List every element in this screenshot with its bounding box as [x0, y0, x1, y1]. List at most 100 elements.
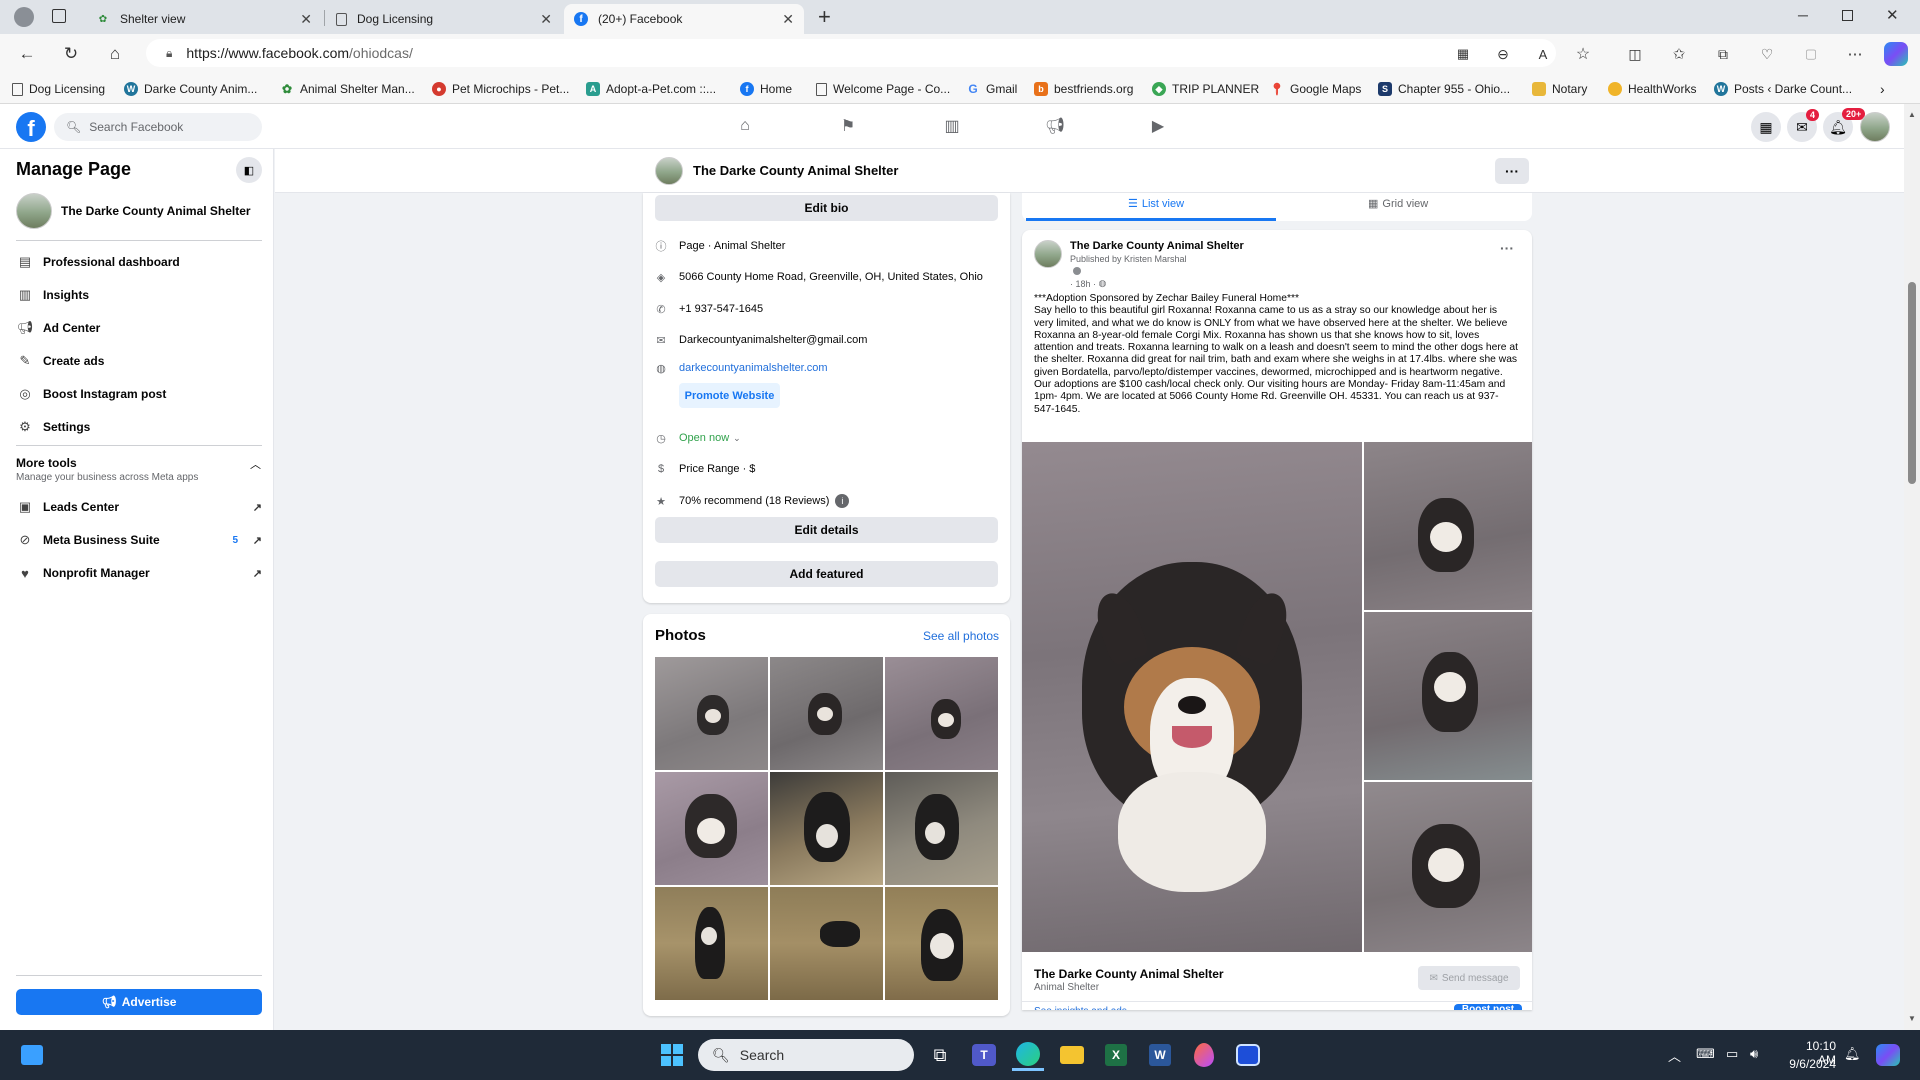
url-field[interactable]: 🔒︎ https://www.facebook.com/ohiodcas/ — [146, 39, 1556, 67]
facebook-search-input[interactable]: 🔍︎ Search Facebook — [54, 113, 262, 141]
sidebar-page-switcher[interactable]: The Darke County Animal Shelter — [16, 193, 251, 229]
file-explorer-icon[interactable] — [1056, 1039, 1088, 1071]
fav-trip-planner[interactable]: ◆ TRIP PLANNER — [1152, 80, 1259, 98]
fav-chapter-955[interactable]: S Chapter 955 - Ohio... — [1378, 80, 1510, 98]
fav-posts-darke[interactable]: W Posts ‹ Darke Count... — [1714, 80, 1852, 98]
sidebar-item-settings[interactable]: ⚙ Settings — [16, 415, 262, 439]
fav-darke-county[interactable]: W Darke County Anim... — [124, 80, 257, 98]
see-insights-link[interactable]: See insights and ads — [1034, 1006, 1127, 1010]
copilot-icon[interactable] — [1872, 1039, 1904, 1071]
windows-start-icon[interactable] — [656, 1039, 688, 1071]
boost-post-button[interactable]: Boost post — [1454, 1004, 1522, 1010]
hours-row[interactable]: ◷ Open now ⌄ — [653, 429, 741, 447]
tab-actions-icon[interactable] — [52, 9, 66, 23]
read-aloud-icon[interactable]: A — [1530, 41, 1556, 67]
scroll-down-icon[interactable]: ▼ — [1908, 1014, 1916, 1023]
post-image-side-1[interactable] — [1364, 442, 1532, 610]
favorites-overflow-icon[interactable]: › — [1880, 80, 1885, 98]
more-options-button[interactable]: ··· — [1495, 158, 1529, 184]
insights-nav-icon[interactable]: ▥ — [940, 114, 964, 138]
fav-healthworks[interactable]: HealthWorks — [1608, 80, 1696, 98]
close-tab-icon[interactable]: ✕ — [782, 11, 794, 28]
flag-nav-icon[interactable]: ⚑ — [836, 114, 860, 138]
promote-website-button[interactable]: Promote Website — [679, 383, 780, 408]
extensions-icon[interactable]: ▢ — [1798, 41, 1824, 67]
task-view-icon[interactable]: ⧉ — [924, 1039, 956, 1071]
home-nav-icon[interactable]: ⌂ — [733, 114, 757, 138]
photo-thumb[interactable] — [770, 657, 883, 770]
sidebar-item-nonprofit-manager[interactable]: ♥ Nonprofit Manager ↗ — [16, 561, 262, 585]
photo-thumb[interactable] — [885, 657, 998, 770]
back-icon[interactable]: ← — [14, 41, 40, 67]
sidebar-item-insights[interactable]: ▥ Insights — [16, 283, 262, 307]
close-tab-icon[interactable]: ✕ — [540, 11, 552, 28]
edge-icon[interactable] — [1012, 1039, 1044, 1071]
post-options-icon[interactable]: ··· — [1500, 240, 1514, 256]
more-tools-heading[interactable]: More tools — [16, 456, 77, 470]
tab-list-view[interactable]: ☰ List view — [1128, 197, 1184, 211]
keyboard-icon[interactable]: ⌨ — [1696, 1046, 1715, 1062]
fav-adopt-a-pet[interactable]: A Adopt-a-Pet.com ::... — [586, 80, 716, 98]
sidebar-item-professional-dashboard[interactable]: ▤ Professional dashboard — [16, 250, 262, 274]
sidebar-item-boost-instagram[interactable]: ◎ Boost Instagram post — [16, 382, 262, 406]
network-icon[interactable]: ▭ — [1726, 1046, 1738, 1062]
fav-welcome-page[interactable]: Welcome Page - Co... — [816, 80, 950, 98]
info-icon[interactable]: i — [835, 494, 850, 508]
fav-home[interactable]: f Home — [740, 80, 792, 98]
photo-thumb[interactable] — [655, 887, 768, 1000]
notification-bell-icon[interactable]: 🔔︎ — [1844, 1046, 1861, 1062]
excel-icon[interactable]: X — [1100, 1039, 1132, 1071]
fav-dog-licensing[interactable]: Dog Licensing — [12, 80, 105, 98]
refresh-icon[interactable]: ↻ — [58, 41, 84, 67]
edit-bio-button[interactable]: Edit bio — [655, 195, 998, 221]
volume-icon[interactable]: 🔊︎ — [1750, 1046, 1758, 1062]
chevron-up-icon[interactable]: ︿ — [250, 456, 261, 472]
widgets-icon[interactable] — [16, 1039, 48, 1071]
menu-grid-icon[interactable]: ▦ — [1751, 112, 1781, 142]
new-tab-icon[interactable]: + — [818, 4, 831, 30]
close-window-icon[interactable]: ✕ — [1886, 6, 1899, 24]
tray-overflow-icon[interactable]: ︿ — [1668, 1046, 1681, 1065]
zoom-icon[interactable]: ⊖ — [1490, 41, 1516, 67]
fav-gmail[interactable]: G Gmail — [966, 80, 1017, 98]
browser-essentials-icon[interactable]: ♡ — [1754, 41, 1780, 67]
facebook-logo-icon[interactable]: f — [16, 112, 46, 142]
sidebar-item-create-ads[interactable]: ✎ Create ads — [16, 349, 262, 373]
scroll-thumb[interactable] — [1908, 282, 1916, 484]
sidebar-item-ad-center[interactable]: 📢︎ Ad Center — [16, 316, 262, 340]
sidebar-item-meta-business-suite[interactable]: ⊘ Meta Business Suite 5 ↗ — [16, 528, 262, 552]
post-image-side-3[interactable] — [1364, 782, 1532, 952]
post-author-avatar[interactable] — [1034, 240, 1062, 268]
restore-icon[interactable] — [1842, 10, 1853, 21]
post-time-row[interactable]: · 18h · ◍ — [1070, 278, 1106, 289]
photo-thumb[interactable] — [655, 772, 768, 885]
see-all-photos-link[interactable]: See all photos — [923, 629, 999, 643]
close-tab-icon[interactable]: ✕ — [300, 11, 312, 28]
add-featured-button[interactable]: Add featured — [655, 561, 998, 587]
fav-animal-shelter-man[interactable]: ✿ Animal Shelter Man... — [280, 80, 415, 98]
fav-google-maps[interactable]: 📍︎ Google Maps — [1269, 80, 1361, 98]
sidebar-item-leads-center[interactable]: ▣ Leads Center ↗ — [16, 495, 262, 519]
home-icon[interactable]: ⌂ — [102, 41, 128, 67]
photo-thumb[interactable] — [655, 657, 768, 770]
website-row[interactable]: ◍ darkecountyanimalshelter.com — [653, 359, 827, 377]
photo-thumb[interactable] — [770, 887, 883, 1000]
page-name[interactable]: The Darke County Animal Shelter — [693, 163, 898, 178]
photo-thumb[interactable] — [770, 772, 883, 885]
favorites-icon[interactable]: ✩ — [1666, 41, 1692, 67]
collections-icon[interactable]: ⧉ — [1710, 41, 1736, 67]
megaphone-nav-icon[interactable]: 📢︎ — [1043, 114, 1067, 138]
tab-shelter-view[interactable]: ✿ Shelter view ✕ — [86, 4, 322, 34]
account-avatar[interactable] — [1860, 112, 1890, 142]
collapse-sidebar-icon[interactable]: ◧ — [236, 157, 262, 183]
scroll-up-icon[interactable]: ▲ — [1908, 110, 1916, 119]
advertise-button[interactable]: 📢︎ Advertise — [16, 989, 262, 1015]
tab-grid-view[interactable]: ▦ Grid view — [1368, 197, 1428, 211]
tab-dog-licensing[interactable]: Dog Licensing ✕ — [326, 4, 562, 34]
app-icon[interactable] — [1232, 1039, 1264, 1071]
word-icon[interactable]: W — [1144, 1039, 1176, 1071]
clock-date[interactable]: 9/6/2024 — [1786, 1057, 1836, 1071]
favorite-star-icon[interactable]: ☆ — [1570, 41, 1596, 67]
split-screen-icon[interactable]: ◫ — [1622, 41, 1648, 67]
paint-icon[interactable] — [1188, 1039, 1220, 1071]
